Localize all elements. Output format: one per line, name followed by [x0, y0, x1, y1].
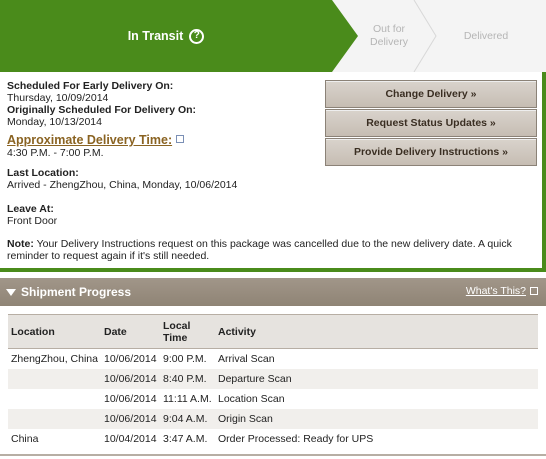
cell-date: 10/04/2014 [104, 433, 157, 445]
step-delivered-label: Delivered [463, 29, 509, 42]
section-divider [0, 268, 546, 272]
delivery-note: Note: Your Delivery Instructions request… [7, 238, 537, 262]
shipment-progress-table: Location Date Local Time Activity ZhengZ… [8, 314, 538, 449]
table-header-row: Location Date Local Time Activity [8, 314, 538, 349]
table-bottom-border [0, 454, 546, 456]
column-header-date: Date [101, 314, 160, 349]
approx-delivery-time-value: 4:30 P.M. - 7:00 P.M. [7, 147, 104, 159]
cell-location: ZhengZhou, China [11, 353, 98, 365]
leave-at-label: Leave At: [7, 203, 54, 215]
cell-activity: Origin Scan [215, 409, 538, 429]
shipment-progress-header[interactable]: Shipment Progress What's This? [0, 278, 546, 306]
cell-activity: Arrival Scan [218, 353, 275, 365]
early-delivery-value: Thursday, 10/09/2014 [7, 92, 109, 104]
approx-delivery-time-link[interactable]: Approximate Delivery Time: [7, 134, 172, 147]
step-delivered: Delivered [436, 0, 536, 72]
step-out-for-delivery: Out for Delivery [352, 0, 426, 72]
early-delivery-label: Scheduled For Early Delivery On: [7, 80, 174, 92]
popup-icon[interactable] [530, 287, 538, 295]
cell-time: 11:11 A.M. [163, 393, 212, 405]
original-delivery-label: Originally Scheduled For Delivery On: [7, 104, 197, 116]
cell-date: 10/06/2014 [101, 409, 160, 429]
cell-time: 9:00 P.M. [163, 353, 207, 365]
cell-activity: Departure Scan [215, 369, 538, 389]
cell-time: 8:40 P.M. [160, 369, 215, 389]
last-location-label: Last Location: [7, 167, 79, 179]
column-header-location: Location [8, 314, 101, 349]
delivery-progress-bar: In Transit ? Out for Delivery Delivered [0, 0, 546, 72]
table-row: China 10/04/2014 3:47 A.M. Order Process… [8, 429, 538, 449]
cell-date: 10/06/2014 [104, 353, 157, 365]
collapse-triangle-icon[interactable] [6, 288, 16, 296]
step-in-transit-label: In Transit [127, 29, 184, 43]
whats-this-label[interactable]: What's This? [466, 285, 526, 297]
last-location-value: Arrived - ZhengZhou, China, Monday, 10/0… [7, 179, 238, 191]
cell-date: 10/06/2014 [101, 369, 160, 389]
cell-time: 9:04 A.M. [160, 409, 215, 429]
cell-location [8, 389, 101, 409]
request-status-updates-button[interactable]: Request Status Updates » [325, 109, 537, 137]
step-in-transit: In Transit ? [0, 0, 360, 72]
delivery-details: Scheduled For Early Delivery On: Thursda… [7, 80, 317, 227]
column-header-activity: Activity [215, 314, 538, 349]
leave-at-value: Front Door [7, 215, 58, 227]
help-icon[interactable]: ? [189, 28, 205, 44]
column-header-local-time-label: Local Time [163, 319, 191, 344]
step-out-for-delivery-label: Out for Delivery [370, 23, 408, 48]
original-delivery-value: Monday, 10/13/2014 [7, 116, 102, 128]
note-text: Your Delivery Instructions request on th… [7, 238, 512, 262]
cell-activity: Location Scan [218, 393, 285, 405]
cell-location: China [11, 433, 39, 445]
change-delivery-button[interactable]: Change Delivery » [325, 80, 537, 108]
column-header-local-time: Local Time [160, 314, 215, 349]
note-label: Note: [7, 238, 34, 250]
whats-this-link[interactable]: What's This? [466, 285, 538, 297]
popup-icon[interactable] [176, 135, 185, 144]
cell-time: 3:47 A.M. [163, 433, 208, 445]
table-row: 10/06/2014 11:11 A.M. Location Scan [8, 389, 538, 409]
provide-delivery-instructions-button[interactable]: Provide Delivery Instructions » [325, 138, 537, 166]
cell-date: 10/06/2014 [104, 393, 157, 405]
cell-activity: Order Processed: Ready for UPS [218, 433, 374, 445]
table-row: 10/06/2014 8:40 P.M. Departure Scan [8, 369, 538, 389]
table-row: ZhengZhou, China 10/06/2014 9:00 P.M. Ar… [8, 349, 538, 370]
shipment-progress-title: Shipment Progress [21, 285, 132, 299]
cell-location [8, 369, 101, 389]
table-row: 10/06/2014 9:04 A.M. Origin Scan [8, 409, 538, 429]
cell-location [8, 409, 101, 429]
panel-border [542, 72, 546, 272]
